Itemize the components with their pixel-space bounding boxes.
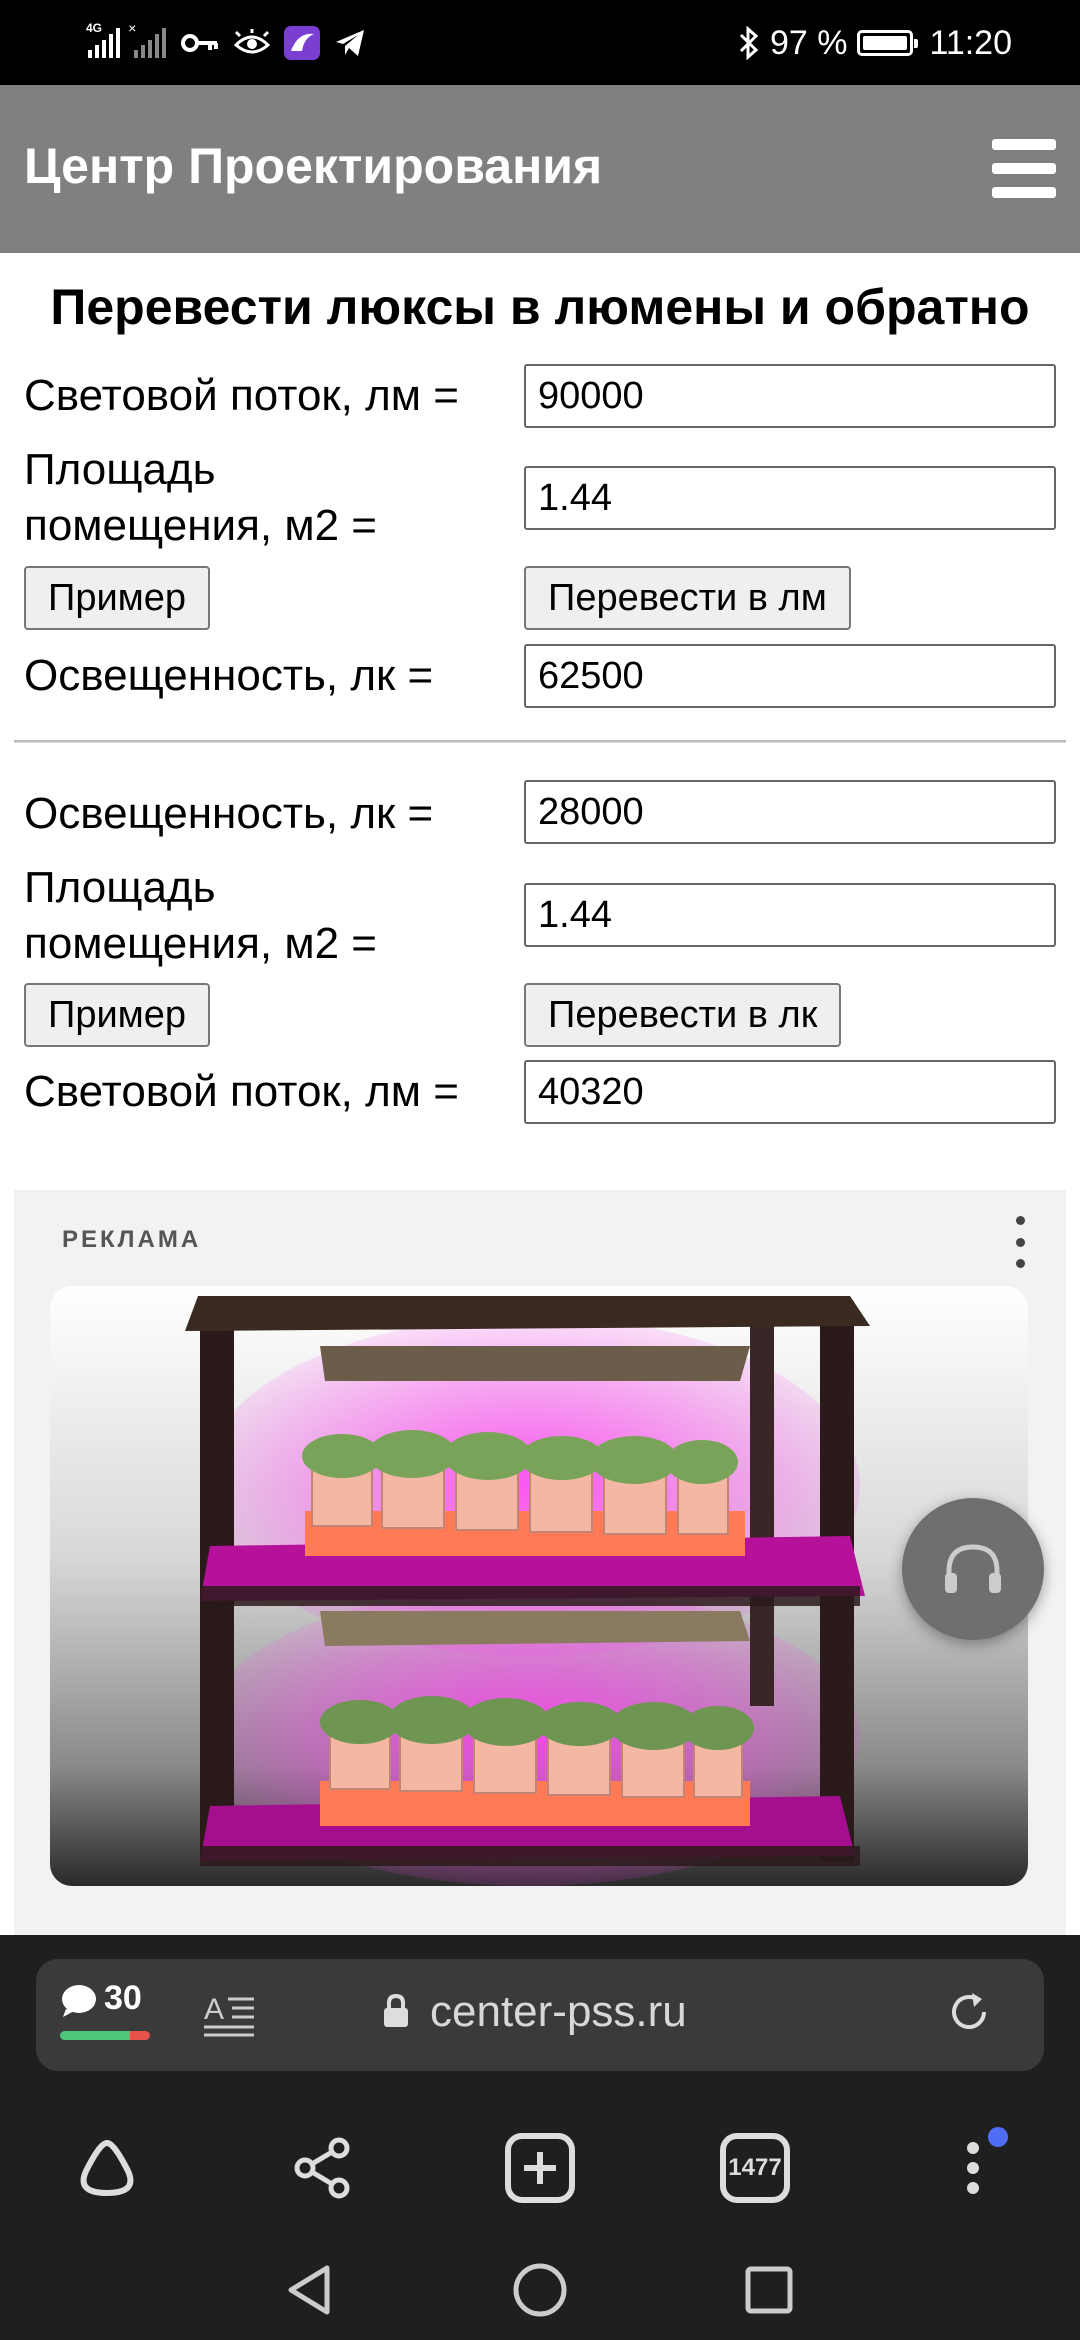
- ad-more-options-icon[interactable]: [1014, 1216, 1026, 1268]
- example-button[interactable]: Пример: [24, 566, 211, 630]
- status-bar: 4G × 97 % 11:20: [0, 0, 1080, 85]
- signal-icon: 4G: [86, 22, 120, 58]
- example-button-2[interactable]: Пример: [24, 983, 211, 1047]
- new-tab-icon[interactable]: [485, 2113, 595, 2223]
- browser-bottom-bar: 30 A center-pss.ru 1477: [0, 1935, 1080, 2340]
- telegram-icon: [336, 30, 364, 56]
- page-title: Перевести люксы в люмены и обратно: [50, 279, 1030, 335]
- area-label-2-line1: Площадь: [24, 863, 216, 912]
- hamburger-menu-icon[interactable]: [992, 139, 1056, 199]
- status-left-icons: 4G ×: [86, 18, 366, 68]
- tabs-count: 1477: [728, 2154, 782, 2181]
- svg-text:A: A: [204, 1993, 224, 2026]
- area-input[interactable]: [524, 466, 1056, 530]
- convert-to-lux-button[interactable]: Перевести в лк: [524, 983, 842, 1047]
- plant-shelf-grow-light-image[interactable]: [50, 1286, 1028, 1886]
- comment-bubble-icon: [62, 1985, 96, 2017]
- comments-count: 30: [104, 1979, 142, 2017]
- illuminance-result-input[interactable]: [524, 644, 1056, 708]
- area-input-2[interactable]: [524, 883, 1056, 947]
- audio-listen-button[interactable]: [902, 1498, 1044, 1640]
- alice-assistant-icon[interactable]: [52, 2113, 162, 2223]
- more-menu-icon[interactable]: [918, 2113, 1028, 2223]
- battery-icon: [857, 30, 919, 56]
- flux-result-input[interactable]: [524, 1060, 1056, 1124]
- home-nav-icon[interactable]: [495, 2245, 585, 2335]
- url-text[interactable]: center-pss.ru: [430, 1987, 687, 2037]
- reload-icon[interactable]: [946, 1989, 992, 2035]
- section-divider: [14, 740, 1066, 743]
- flux-input[interactable]: [524, 364, 1056, 428]
- ad-label: РЕКЛАМА: [62, 1226, 202, 1253]
- illuminance-label-2: Освещенность, лк =: [24, 789, 434, 838]
- site-title[interactable]: Центр Проектирования: [24, 137, 602, 195]
- signal-no-sim-icon: ×: [128, 20, 166, 58]
- clock: 11:20: [929, 23, 1012, 62]
- system-nav-bar: [0, 2235, 1080, 2340]
- recents-nav-icon[interactable]: [724, 2245, 814, 2335]
- address-bar[interactable]: 30 A center-pss.ru: [36, 1959, 1044, 2071]
- headphones-icon: [945, 1544, 1001, 1593]
- vpn-key-icon: [181, 34, 218, 52]
- back-nav-icon[interactable]: [264, 2245, 354, 2335]
- bluetooth-icon: [739, 26, 759, 60]
- share-icon[interactable]: [268, 2113, 378, 2223]
- plant-shelf-illustration: [185, 1296, 870, 1886]
- site-header: Центр Проектирования: [0, 85, 1080, 253]
- illuminance-label: Освещенность, лк =: [24, 651, 434, 700]
- area-label-line1: Площадь: [24, 445, 216, 494]
- illuminance-input[interactable]: [524, 780, 1056, 844]
- network-type: 4G: [86, 21, 103, 35]
- reader-mode-icon[interactable]: A: [204, 1989, 256, 2037]
- area-label-line2: помещения, м2 =: [24, 501, 377, 550]
- area-label-2-line2: помещения, м2 =: [24, 919, 377, 968]
- browser-toolbar: 1477: [0, 2113, 1080, 2223]
- convert-to-lumens-button[interactable]: Перевести в лм: [524, 566, 851, 630]
- flux-label: Световой поток, лм =: [24, 371, 459, 420]
- lock-icon: [384, 1993, 408, 2027]
- eye-icon: [234, 29, 270, 54]
- comments-button[interactable]: 30: [60, 1979, 156, 2049]
- comments-rating-bar: [60, 2031, 150, 2040]
- flux-label-2: Световой поток, лм =: [24, 1067, 459, 1116]
- status-right-icons: 97 % 11:20: [738, 18, 1012, 68]
- app-icon: [284, 26, 320, 60]
- battery-percent: 97 %: [769, 23, 848, 62]
- tabs-switcher-button[interactable]: 1477: [700, 2113, 810, 2223]
- notification-dot: [988, 2127, 1008, 2147]
